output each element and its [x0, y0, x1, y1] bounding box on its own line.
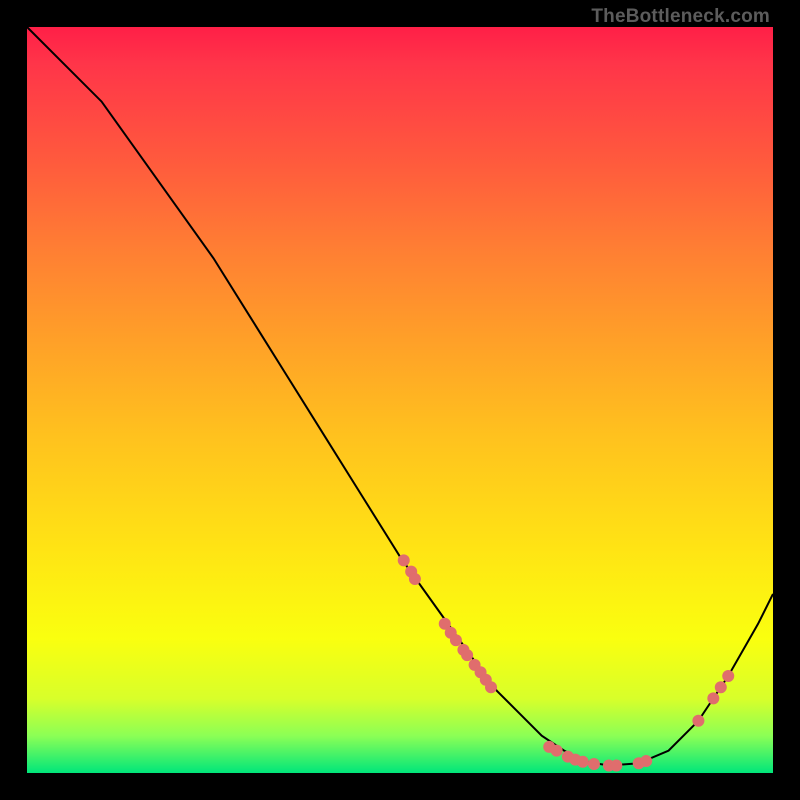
chart-container: TheBottleneck.com [0, 0, 800, 800]
data-marker [715, 681, 727, 693]
bottleneck-curve [27, 27, 773, 766]
plot-area [27, 27, 773, 773]
data-marker [450, 634, 462, 646]
data-marker [610, 760, 622, 772]
data-marker [707, 692, 719, 704]
data-marker [398, 554, 410, 566]
marker-group [398, 554, 735, 771]
watermark-text: TheBottleneck.com [591, 6, 770, 28]
data-marker [722, 670, 734, 682]
data-marker [409, 573, 421, 585]
data-marker [461, 649, 473, 661]
data-marker [588, 758, 600, 770]
data-marker [640, 755, 652, 767]
data-marker [485, 681, 497, 693]
chart-svg [27, 27, 773, 773]
data-marker [692, 715, 704, 727]
data-marker [551, 745, 563, 757]
data-marker [577, 756, 589, 768]
